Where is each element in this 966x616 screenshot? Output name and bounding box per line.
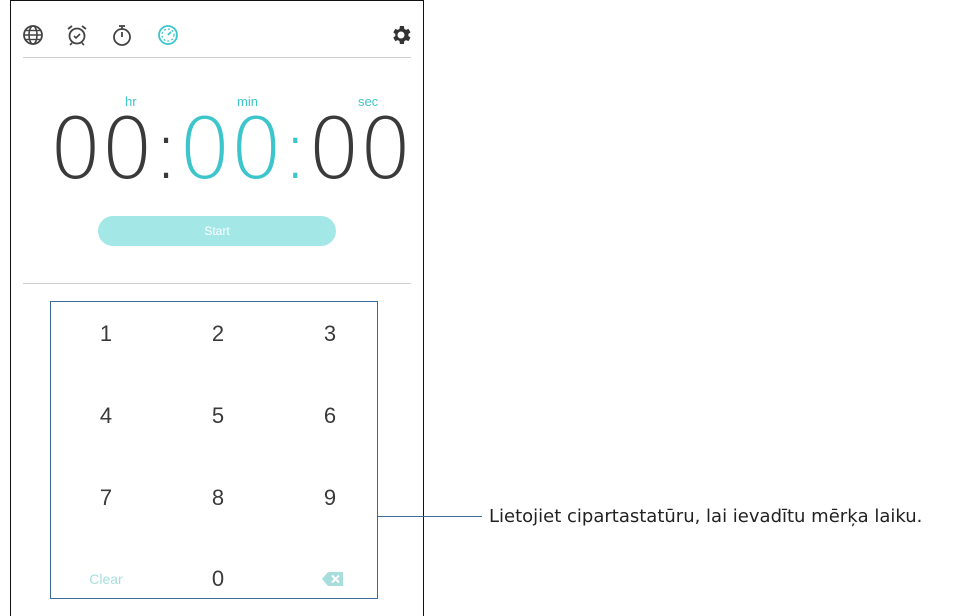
key-5[interactable]: 5 xyxy=(178,396,258,436)
timer-icon[interactable] xyxy=(156,23,180,47)
clear-button[interactable]: Clear xyxy=(66,559,146,599)
backspace-button[interactable] xyxy=(290,559,370,599)
key-0[interactable]: 0 xyxy=(178,559,258,599)
key-4[interactable]: 4 xyxy=(66,396,146,436)
start-button[interactable]: Start xyxy=(98,216,336,246)
key-7[interactable]: 7 xyxy=(66,478,146,518)
key-2[interactable]: 2 xyxy=(178,314,258,354)
key-9[interactable]: 9 xyxy=(290,478,370,518)
alarm-clock-icon[interactable] xyxy=(65,23,89,47)
seconds-value[interactable]: 00 xyxy=(307,100,412,198)
tab-divider xyxy=(23,57,411,58)
separator: : xyxy=(281,100,309,198)
timer-display: 00:00:00 xyxy=(49,99,412,199)
key-8[interactable]: 8 xyxy=(178,478,258,518)
separator: : xyxy=(151,100,180,198)
hours-value[interactable]: 00 xyxy=(49,100,154,198)
key-3[interactable]: 3 xyxy=(290,314,370,354)
globe-icon[interactable] xyxy=(21,23,45,47)
callout-line xyxy=(378,516,482,517)
callout-text: Lietojiet cipartastatūru, lai ievadītu m… xyxy=(489,506,923,527)
key-1[interactable]: 1 xyxy=(66,314,146,354)
key-6[interactable]: 6 xyxy=(290,396,370,436)
backspace-icon xyxy=(322,572,343,586)
gear-icon[interactable] xyxy=(389,23,413,47)
number-keypad: 1 2 3 4 5 6 7 8 9 Clear 0 xyxy=(50,301,378,599)
minutes-value[interactable]: 00 xyxy=(178,100,283,198)
keypad-divider xyxy=(23,283,411,284)
stopwatch-icon[interactable] xyxy=(110,23,134,47)
